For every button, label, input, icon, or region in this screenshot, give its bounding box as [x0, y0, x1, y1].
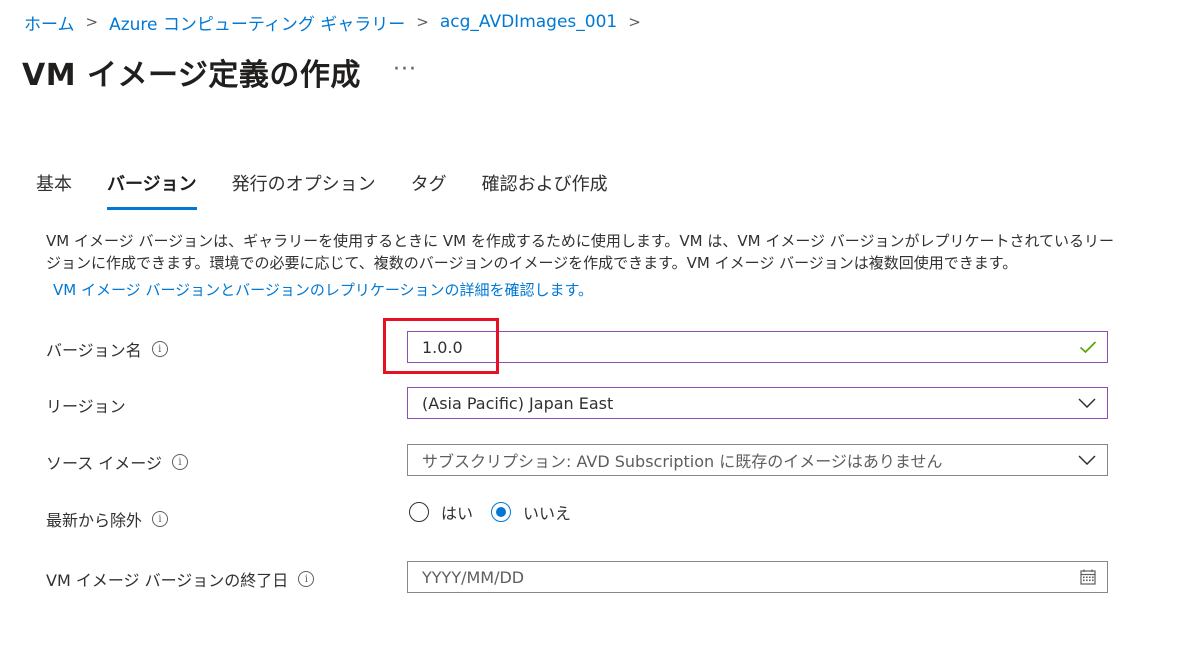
- radio-yes[interactable]: はい: [409, 500, 473, 524]
- tab-publishing-options[interactable]: 発行のオプション: [232, 170, 376, 210]
- page-title: VM イメージ定義の作成: [22, 58, 361, 93]
- breadcrumb-home[interactable]: ホーム: [24, 10, 75, 35]
- checkmark-icon: [1077, 331, 1099, 363]
- tab-tags[interactable]: タグ: [411, 170, 447, 210]
- chevron-down-icon: [1077, 444, 1097, 476]
- tab-version[interactable]: バージョン: [107, 170, 197, 210]
- exclude-latest-label-text: 最新から除外: [46, 511, 143, 530]
- highlight-annotation: [383, 318, 499, 374]
- radio-yes-label: はい: [441, 504, 474, 523]
- info-icon[interactable]: i: [152, 511, 169, 527]
- end-date-input[interactable]: YYYY/MM/DD: [407, 561, 1108, 593]
- radio-selected-dot: [496, 507, 507, 517]
- chevron-right-icon: >: [628, 13, 641, 31]
- radio-circle[interactable]: [409, 502, 429, 522]
- radio-no-label: いいえ: [523, 504, 572, 523]
- chevron-down-icon: [1077, 387, 1097, 419]
- region-dropdown[interactable]: (Asia Pacific) Japan East: [407, 387, 1108, 419]
- breadcrumb: ホーム > Azure コンピューティング ギャラリー > acg_AVDIma…: [24, 10, 652, 35]
- ellipsis-icon[interactable]: ···: [393, 57, 417, 82]
- description-text: VM イメージ バージョンは、ギャラリーを使用するときに VM を作成するために…: [46, 232, 1115, 272]
- version-name-label: バージョン名 i: [46, 337, 168, 361]
- breadcrumb-gallery[interactable]: Azure コンピューティング ギャラリー: [109, 10, 405, 35]
- end-date-label: VM イメージ バージョンの終了日 i: [46, 567, 315, 591]
- radio-no[interactable]: いいえ: [491, 500, 571, 524]
- version-name-label-text: バージョン名: [46, 341, 142, 360]
- breadcrumb-image-gallery[interactable]: acg_AVDImages_001: [440, 12, 617, 32]
- source-image-label-text: ソース イメージ: [46, 454, 162, 473]
- tab-review-create[interactable]: 確認および作成: [482, 170, 608, 210]
- region-value: (Asia Pacific) Japan East: [422, 393, 614, 413]
- source-image-value: サブスクリプション: AVD Subscription に既存のイメージはありま…: [422, 452, 943, 471]
- radio-circle[interactable]: [491, 502, 512, 522]
- region-label: リージョン: [46, 393, 126, 417]
- learn-more-link[interactable]: VM イメージ バージョンとバージョンのレプリケーションの詳細を確認します。: [53, 279, 593, 300]
- region-label-text: リージョン: [46, 397, 126, 416]
- info-icon[interactable]: i: [151, 341, 168, 357]
- chevron-right-icon: >: [85, 13, 99, 31]
- exclude-latest-label: 最新から除外 i: [46, 507, 169, 531]
- version-name-input[interactable]: 1.0.0: [407, 331, 1108, 363]
- chevron-right-icon: >: [416, 13, 429, 31]
- source-image-dropdown[interactable]: サブスクリプション: AVD Subscription に既存のイメージはありま…: [407, 444, 1108, 476]
- end-date-label-text: VM イメージ バージョンの終了日: [46, 571, 289, 590]
- tab-basics[interactable]: 基本: [36, 170, 72, 210]
- end-date-placeholder: YYYY/MM/DD: [422, 567, 525, 587]
- exclude-latest-radio-group: はい いいえ: [409, 500, 589, 524]
- info-icon[interactable]: i: [171, 454, 188, 470]
- calendar-icon[interactable]: [1077, 561, 1099, 593]
- tab-bar: 基本 バージョン 発行のオプション タグ 確認および作成: [36, 170, 643, 210]
- source-image-label: ソース イメージ i: [46, 450, 188, 474]
- info-icon[interactable]: i: [298, 571, 315, 587]
- version-name-value: 1.0.0: [422, 337, 463, 357]
